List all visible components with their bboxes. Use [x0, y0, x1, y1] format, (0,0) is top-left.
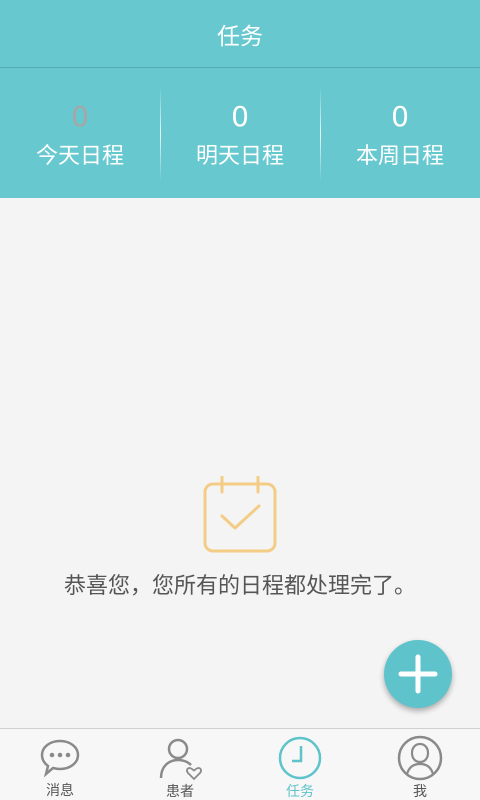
tab-patients[interactable]: 患者	[120, 729, 240, 800]
stat-divider	[320, 86, 321, 182]
schedule-summary: 0 今天日程 0 明天日程 0 本周日程	[0, 68, 480, 198]
plus-icon	[398, 654, 438, 694]
patient-icon	[159, 738, 202, 781]
tab-tasks[interactable]: 任务	[240, 729, 360, 800]
chat-bubble-icon	[40, 739, 80, 778]
stat-week[interactable]: 0 本周日程	[320, 68, 480, 198]
tab-label: 消息	[46, 783, 74, 799]
empty-message: 恭喜您，您所有的日程都处理完了。	[63, 574, 416, 599]
calendar-check-icon	[203, 476, 277, 553]
clock-icon	[278, 736, 322, 780]
stat-tomorrow[interactable]: 0 明天日程	[160, 68, 320, 198]
stat-divider	[160, 86, 161, 182]
today-count: 0	[71, 100, 89, 133]
top-bar: 任务	[0, 0, 480, 68]
page-title: 任务	[217, 23, 263, 50]
tomorrow-label: 明天日程	[195, 144, 284, 169]
add-schedule-button[interactable]	[384, 640, 452, 708]
tab-label: 任务	[286, 784, 314, 800]
user-icon	[397, 735, 443, 781]
week-label: 本周日程	[355, 144, 444, 169]
bottom-tab-bar: 消息 患者 任务 我	[0, 728, 480, 800]
week-count: 0	[391, 100, 409, 133]
tab-me[interactable]: 我	[360, 729, 480, 800]
tomorrow-count: 0	[231, 100, 249, 133]
today-label: 今天日程	[35, 144, 124, 169]
tab-messages[interactable]: 消息	[0, 729, 120, 800]
tab-label: 患者	[166, 784, 194, 800]
tab-label: 我	[413, 784, 427, 800]
stat-today[interactable]: 0 今天日程	[0, 68, 160, 198]
